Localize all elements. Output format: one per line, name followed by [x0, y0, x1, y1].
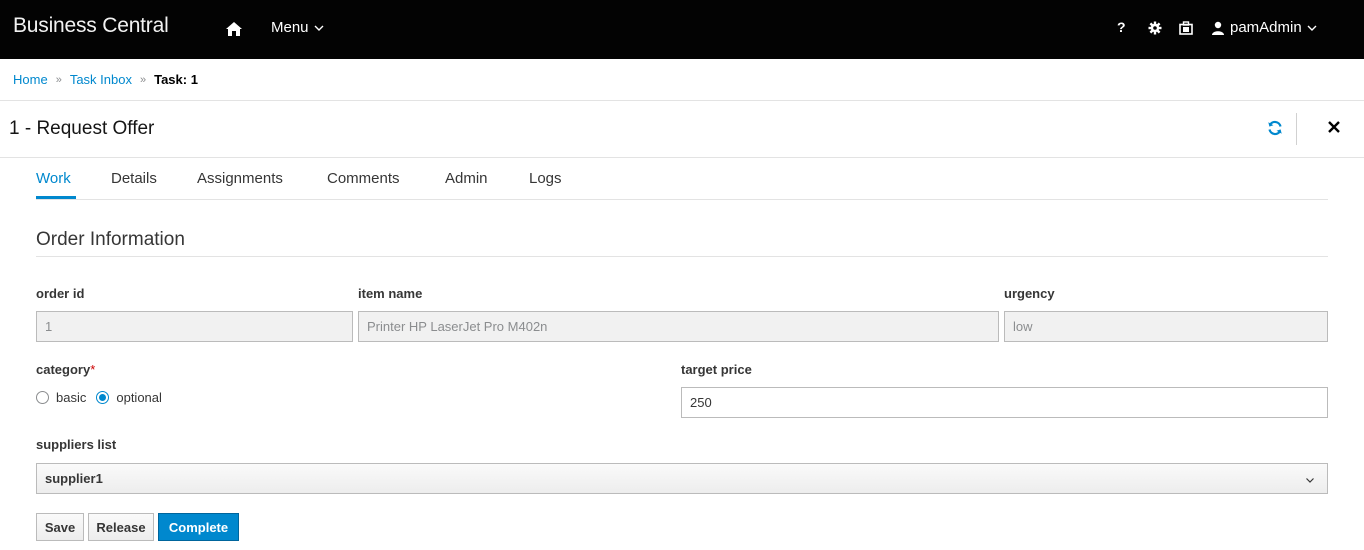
suppliers-list-label: suppliers list: [36, 437, 117, 452]
radio-basic[interactable]: [36, 391, 49, 404]
release-button[interactable]: Release: [88, 513, 154, 541]
target-price-label: target price: [681, 362, 752, 377]
brand-title[interactable]: Business Central: [13, 14, 169, 38]
category-label: category*: [36, 362, 95, 377]
briefcase-icon[interactable]: [1179, 20, 1193, 36]
category-radio-group: basic optional: [36, 390, 172, 405]
divider: [0, 100, 1364, 101]
required-marker: *: [90, 362, 96, 377]
divider: [36, 256, 1328, 257]
order-id-label: order id: [36, 286, 85, 301]
suppliers-list-value: supplier1: [45, 471, 103, 486]
top-navigation-bar: Business Central Menu ? pamAdmin: [0, 0, 1364, 59]
breadcrumb: Home » Task Inbox » Task: 1: [13, 72, 198, 87]
item-name-field[interactable]: Printer HP LaserJet Pro M402n: [358, 311, 999, 342]
radio-basic-label[interactable]: basic: [56, 390, 86, 405]
menu-label: Menu: [271, 19, 309, 36]
tab-logs[interactable]: Logs: [529, 170, 562, 187]
radio-optional[interactable]: [96, 391, 110, 404]
gear-icon[interactable]: [1148, 20, 1162, 36]
tab-work[interactable]: Work: [36, 170, 71, 187]
help-button[interactable]: ?: [1117, 19, 1126, 35]
tab-admin[interactable]: Admin: [445, 170, 488, 187]
divider: [1296, 113, 1297, 145]
order-id-field[interactable]: 1: [36, 311, 353, 342]
chevron-down-icon: [314, 25, 324, 31]
menu-dropdown[interactable]: Menu: [271, 19, 324, 36]
user-icon: [1212, 21, 1224, 35]
urgency-label: urgency: [1004, 286, 1055, 301]
tab-details[interactable]: Details: [111, 170, 157, 187]
suppliers-list-select[interactable]: supplier1: [36, 463, 1328, 494]
category-label-text: category: [36, 362, 91, 377]
complete-button[interactable]: Complete: [158, 513, 239, 541]
page-title: 1 - Request Offer: [9, 118, 155, 139]
task-tabs: Work Details Assignments Comments Admin …: [36, 158, 1328, 200]
tab-comments[interactable]: Comments: [327, 170, 400, 187]
urgency-field[interactable]: low: [1004, 311, 1328, 342]
breadcrumb-home[interactable]: Home: [13, 72, 48, 87]
target-price-input[interactable]: 250: [681, 387, 1328, 418]
active-tab-indicator: [36, 196, 76, 199]
chevron-down-icon: [1306, 478, 1314, 483]
section-title: Order Information: [36, 229, 185, 250]
breadcrumb-task-inbox[interactable]: Task Inbox: [70, 72, 132, 87]
breadcrumb-current: Task: 1: [154, 72, 198, 87]
breadcrumb-separator: »: [139, 73, 147, 86]
user-name: pamAdmin: [1230, 19, 1302, 36]
tab-assignments[interactable]: Assignments: [197, 170, 283, 187]
refresh-icon[interactable]: [1267, 120, 1283, 136]
close-icon[interactable]: [1327, 120, 1341, 134]
item-name-label: item name: [358, 286, 423, 301]
chevron-down-icon: [1307, 25, 1317, 31]
radio-optional-label[interactable]: optional: [116, 390, 162, 405]
save-button[interactable]: Save: [36, 513, 84, 541]
home-icon[interactable]: [225, 20, 245, 40]
breadcrumb-separator: »: [55, 73, 62, 86]
user-menu[interactable]: pamAdmin: [1211, 19, 1317, 36]
